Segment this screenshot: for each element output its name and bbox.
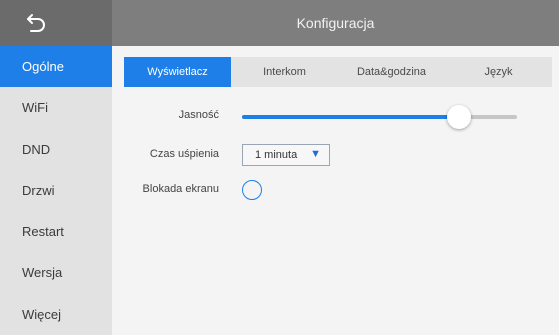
screen-lock-label: Blokada ekranu (142, 183, 219, 195)
sidebar-item-version[interactable]: Wersja (0, 252, 112, 293)
dropdown-arrow-icon: ▼ (310, 148, 321, 160)
sidebar-item-door[interactable]: Drzwi (0, 170, 112, 211)
top-bar: Konfiguracja (0, 0, 559, 46)
sidebar: Ogólne WiFi DND Drzwi Restart Wersja Wię… (0, 46, 112, 335)
tab-date-time[interactable]: Data&godzina (338, 57, 445, 87)
sleep-time-select[interactable]: 1 minuta ▼ (242, 144, 330, 166)
sidebar-item-restart[interactable]: Restart (0, 211, 112, 252)
sidebar-item-wifi[interactable]: WiFi (0, 87, 112, 128)
brightness-slider[interactable] (242, 105, 517, 129)
sleep-time-value: 1 minuta (255, 149, 298, 161)
back-button[interactable] (0, 0, 112, 46)
brightness-slider-fill (242, 115, 460, 119)
tab-bar: Wyświetlacz Interkom Data&godzina Język (124, 57, 552, 87)
tab-intercom[interactable]: Interkom (231, 57, 338, 87)
sleep-time-label: Czas uśpienia (149, 148, 219, 160)
brightness-label: Jasność (178, 109, 219, 121)
settings-content: Wyświetlacz Interkom Data&godzina Język … (112, 46, 559, 335)
sidebar-item-dnd[interactable]: DND (0, 129, 112, 170)
sidebar-item-more[interactable]: Więcej (0, 294, 112, 335)
sidebar-item-general[interactable]: Ogólne (0, 46, 112, 88)
tab-language[interactable]: Język (445, 57, 552, 87)
page-title: Konfiguracja (296, 15, 375, 31)
back-arrow-icon (27, 14, 45, 32)
tab-display[interactable]: Wyświetlacz (124, 57, 231, 87)
screen-lock-toggle[interactable] (242, 180, 262, 200)
brightness-slider-thumb[interactable] (447, 105, 472, 129)
